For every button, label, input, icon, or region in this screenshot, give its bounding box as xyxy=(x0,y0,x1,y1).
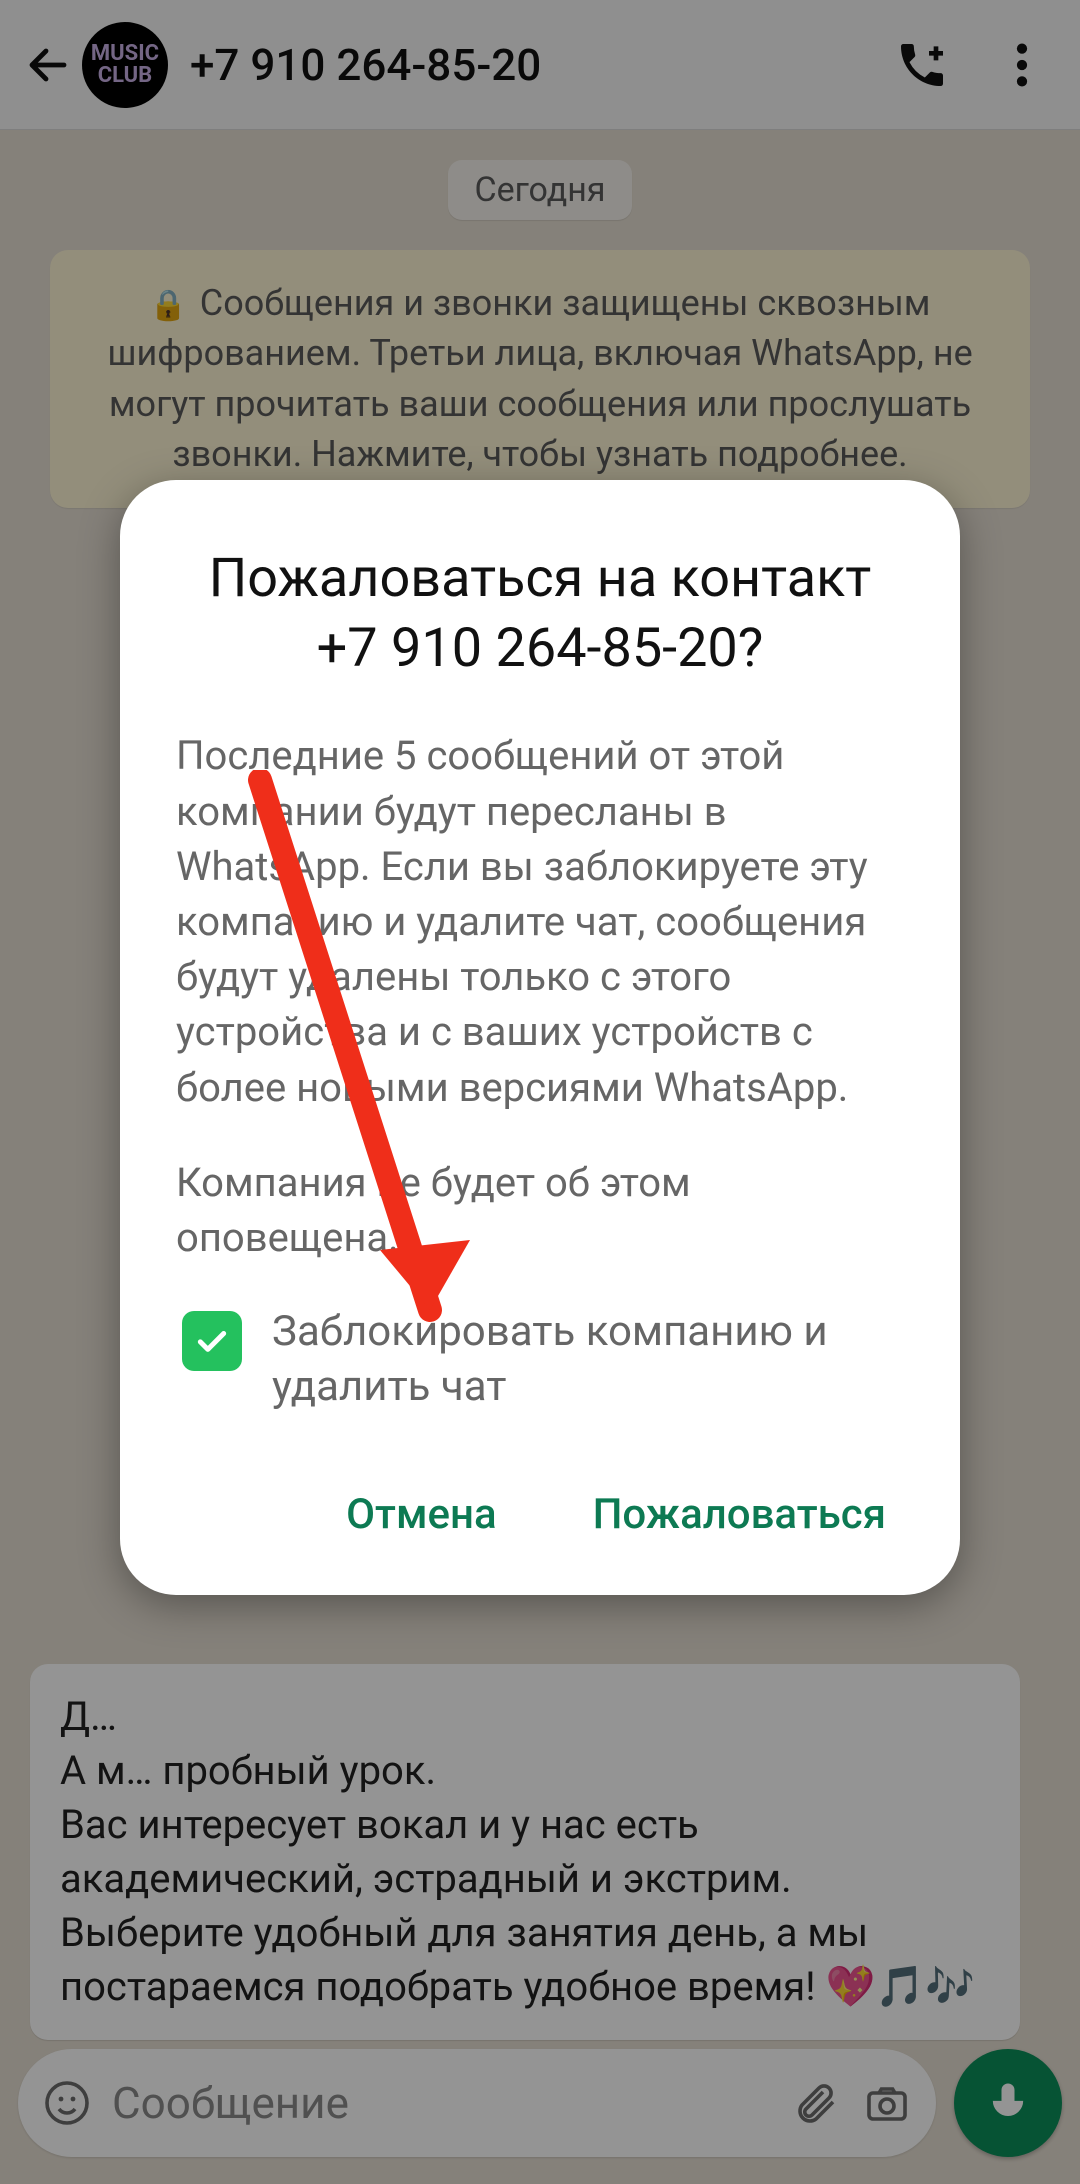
dialog-body-p1: Последние 5 сообщений от этой компании б… xyxy=(176,728,904,1114)
dialog-body: Последние 5 сообщений от этой компании б… xyxy=(176,728,904,1265)
dialog-actions: Отмена Пожаловаться xyxy=(176,1474,904,1555)
report-dialog: Пожаловаться на контакт +7 910 264-85-20… xyxy=(120,480,960,1595)
dialog-title: Пожаловаться на контакт +7 910 264-85-20… xyxy=(176,544,904,684)
block-checkbox[interactable] xyxy=(182,1311,242,1371)
cancel-button[interactable]: Отмена xyxy=(338,1474,504,1555)
block-checkbox-label: Заблокировать компанию и удалить чат xyxy=(272,1305,904,1414)
report-button[interactable]: Пожаловаться xyxy=(585,1474,894,1555)
dialog-body-p2: Компания не будет об этом оповещена. xyxy=(176,1155,904,1265)
block-checkbox-row[interactable]: Заблокировать компанию и удалить чат xyxy=(182,1305,904,1414)
app-screen: MUSIC CLUB +7 910 264-85-20 Сегодня 🔒 Со… xyxy=(0,0,1080,2184)
